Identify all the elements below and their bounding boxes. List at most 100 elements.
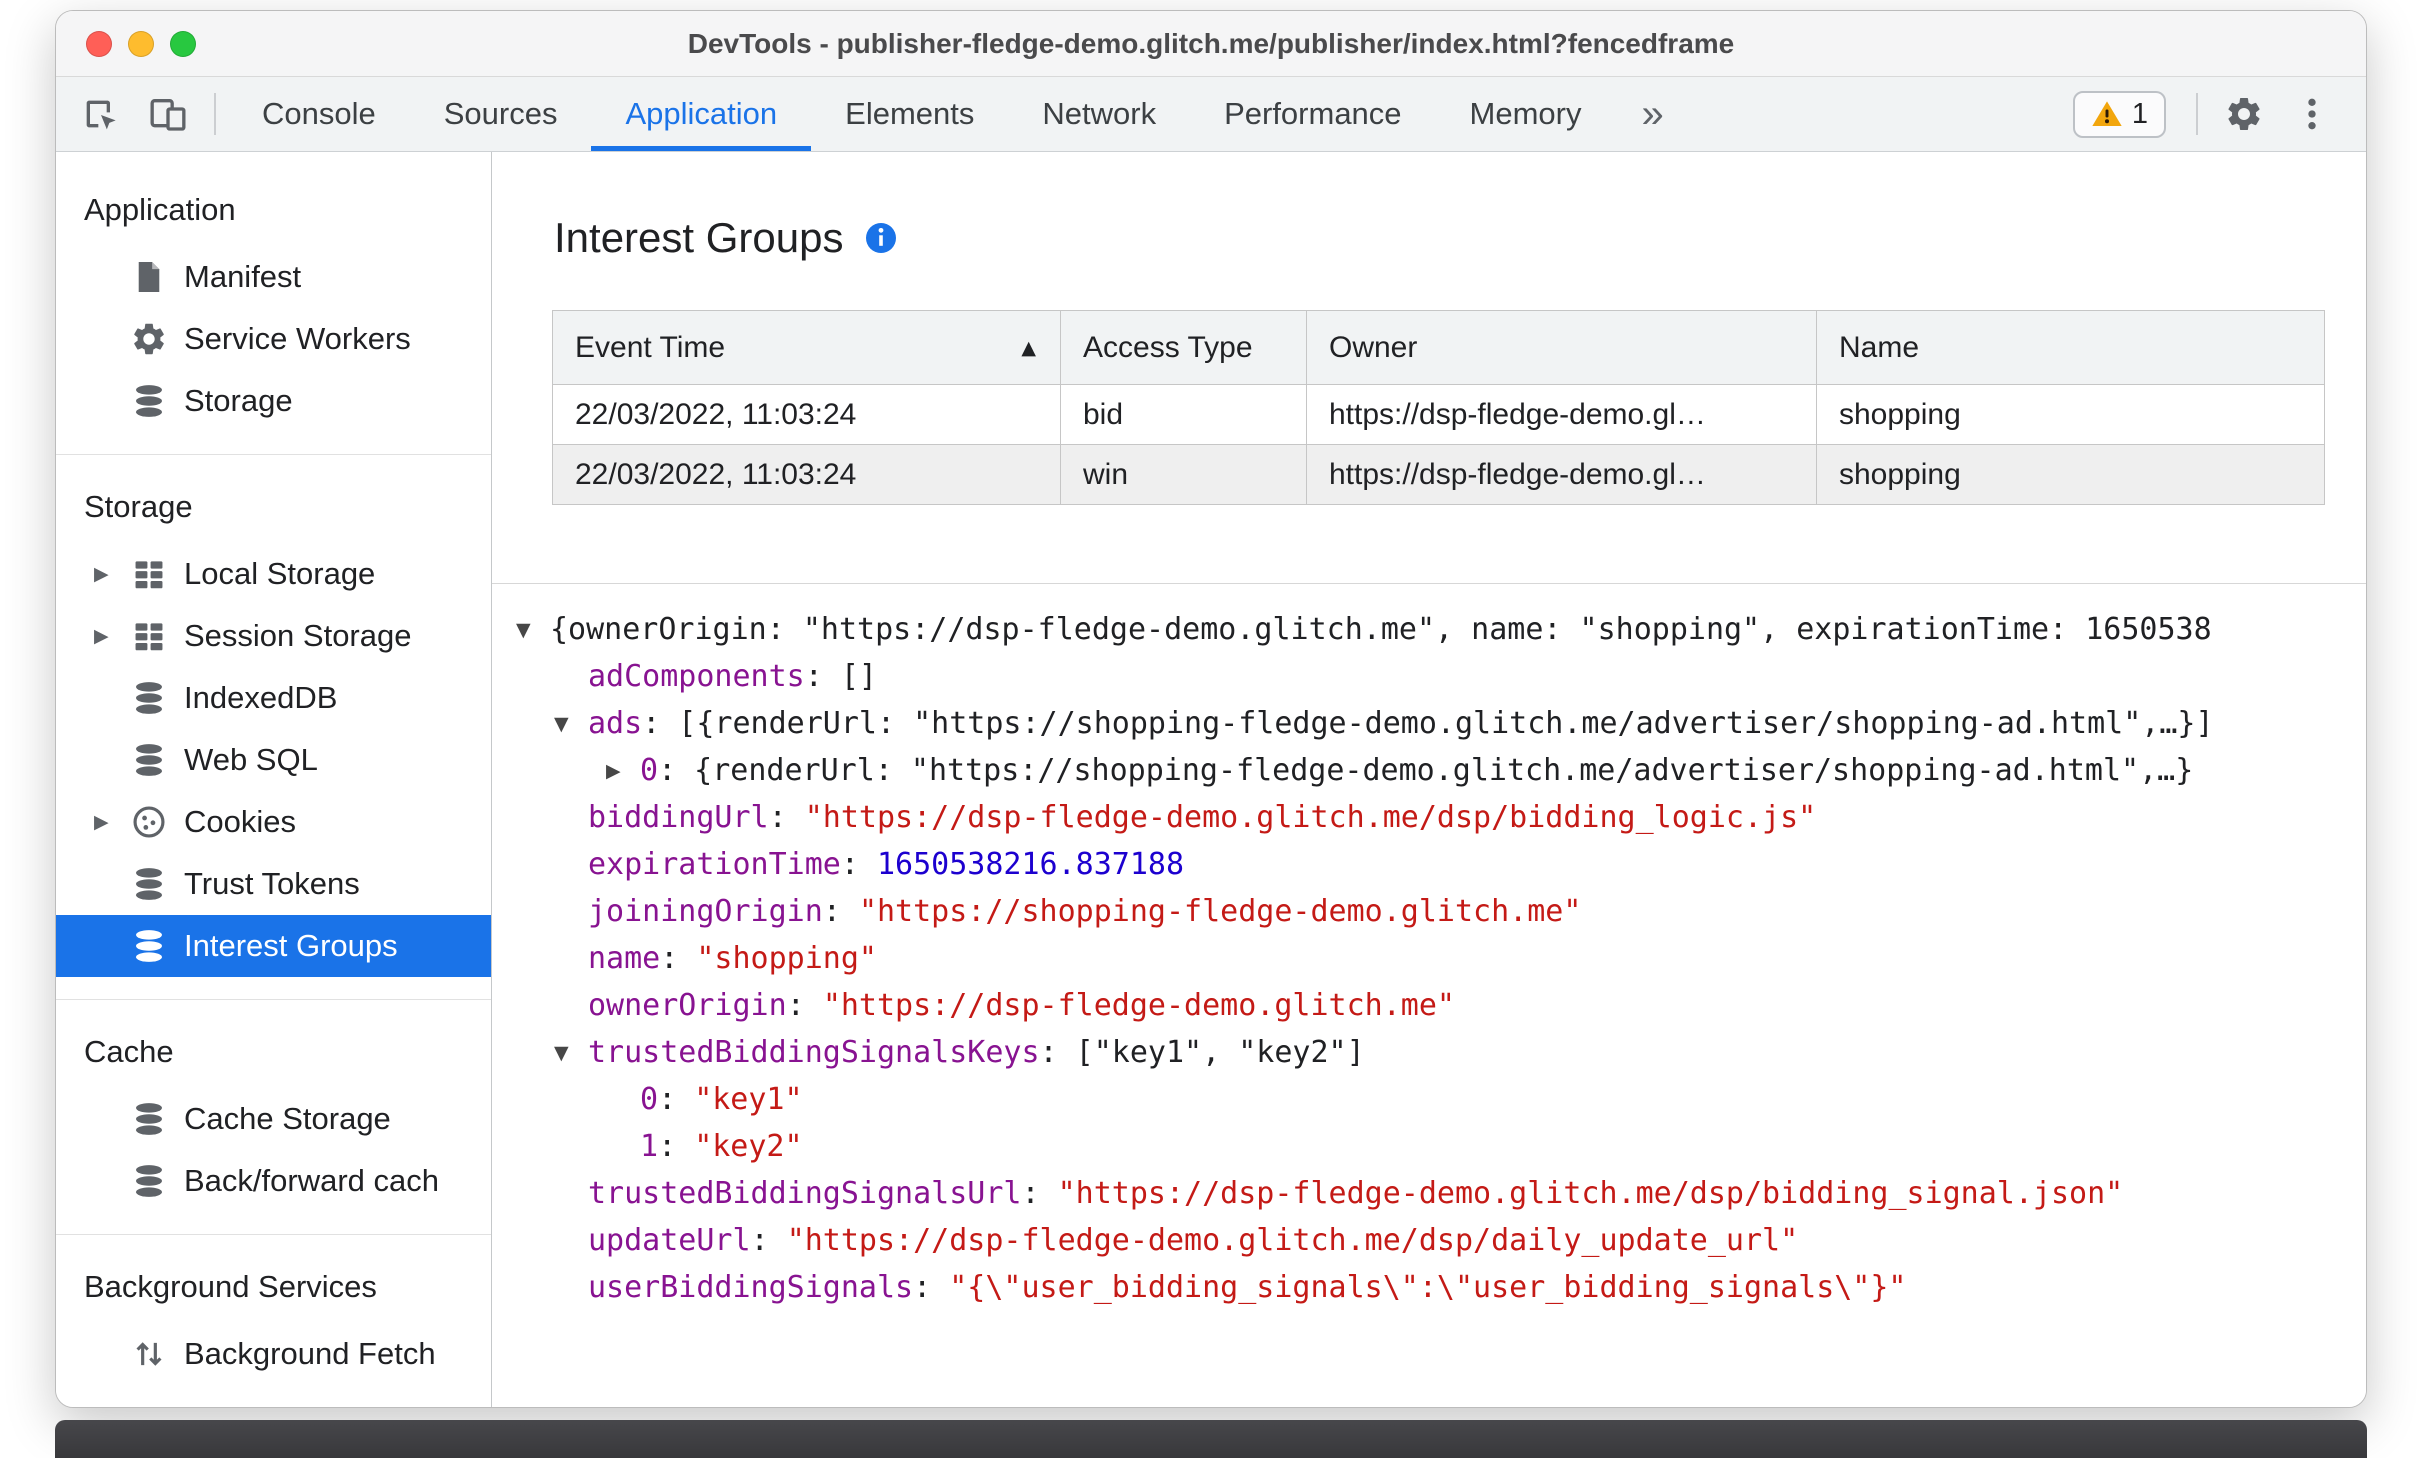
column-header-name[interactable]: Name [1816, 310, 2325, 385]
tree-text: "shopping" [696, 941, 877, 976]
sidebar-item-manifest[interactable]: Manifest [56, 246, 491, 308]
sidebar-item-storage[interactable]: Storage [56, 370, 491, 432]
tree-text: "https://shopping-fledge-demo.glitch.me" [858, 894, 1582, 929]
table-row[interactable]: 22/03/2022, 11:03:24 win https://dsp-fledg… [552, 444, 2325, 505]
tree-text: "https://dsp-fledge-demo.glitch.me/dsp/b… [1057, 1176, 2124, 1211]
tree-line: ▶ 0: {renderUrl: "https://shopping-fledge… [492, 747, 2366, 794]
sidebar-item-label: Storage [184, 383, 293, 418]
tree-line: 1: "key2" [492, 1123, 2366, 1170]
tab-sources[interactable]: Sources [410, 77, 592, 151]
background-window-strip [55, 1420, 2367, 1458]
device-toolbar-icon[interactable] [146, 92, 190, 136]
tab-network[interactable]: Network [1008, 77, 1190, 151]
column-header-event-time[interactable]: Event Time ▲ [552, 310, 1061, 385]
titlebar: DevTools - publisher-fledge-demo.glitch.… [56, 11, 2366, 77]
sidebar-item-label: Service Workers [184, 321, 411, 356]
table-cell: https://dsp-fledge-demo.gl… [1306, 384, 1817, 445]
sidebar-item-session-storage[interactable]: ▶ Session Storage [56, 605, 491, 667]
gear-icon [130, 320, 168, 358]
sidebar-item-service-workers[interactable]: Service Workers [56, 308, 491, 370]
sidebar-item-interest-groups[interactable]: Interest Groups [56, 915, 491, 977]
minimize-window-button[interactable] [128, 30, 154, 57]
tab-performance[interactable]: Performance [1190, 77, 1435, 151]
sidebar-item-label: Local Storage [184, 556, 376, 591]
sidebar-item-cache-storage[interactable]: Cache Storage [56, 1088, 491, 1150]
sidebar-item-web-sql[interactable]: Web SQL [56, 729, 491, 791]
tree-text: 0 [640, 753, 659, 788]
zoom-window-button[interactable] [170, 30, 196, 57]
page-title-row: Interest Groups [554, 214, 2366, 262]
tab-elements[interactable]: Elements [811, 77, 1008, 151]
more-tabs-button[interactable]: » [1616, 77, 1690, 151]
tree-text: expirationTime [588, 847, 841, 882]
toolbar-divider [214, 93, 216, 135]
table-icon [130, 617, 168, 655]
tab-memory[interactable]: Memory [1436, 77, 1616, 151]
sidebar-item-local-storage[interactable]: ▶ Local Storage [56, 543, 491, 605]
sidebar-item-label: Trust Tokens [184, 866, 360, 901]
database-icon [130, 865, 168, 903]
chevron-right-icon[interactable]: ▶ [94, 625, 130, 647]
tree-text: "{\"user_bidding_signals\":\"user_biddin… [949, 1270, 1907, 1305]
tab-console[interactable]: Console [228, 77, 410, 151]
column-header-owner[interactable]: Owner [1306, 310, 1817, 385]
sidebar-item-label: Web SQL [184, 742, 318, 777]
cookie-icon [130, 803, 168, 841]
table-icon [130, 555, 168, 593]
database-icon [130, 1100, 168, 1138]
chevron-right-icon[interactable]: ▶ [94, 811, 130, 833]
tree-line: 0: "key1" [492, 1076, 2366, 1123]
tree-text: : [840, 847, 877, 882]
inspect-icon[interactable] [78, 92, 122, 136]
sidebar-item-label: IndexedDB [184, 680, 338, 715]
desktop-background: DevTools - publisher-fledge-demo.glitch.… [0, 0, 2422, 1458]
tree-text: : [660, 941, 697, 976]
database-icon [130, 679, 168, 717]
column-header-label: Owner [1329, 330, 1418, 364]
warning-icon [2092, 101, 2122, 126]
tree-line: ▼ {ownerOrigin: "https://dsp-fledge-demo.… [492, 606, 2366, 653]
table-row[interactable]: 22/03/2022, 11:03:24 bid https://dsp-fledg… [552, 384, 2325, 445]
database-icon [130, 1162, 168, 1200]
sidebar-item-cookies[interactable]: ▶ Cookies [56, 791, 491, 853]
sidebar-item-label: Cache Storage [184, 1101, 391, 1136]
document-icon [130, 258, 168, 296]
sidebar-item-background-fetch[interactable]: Background Fetch [56, 1323, 491, 1385]
sidebar-item-label: Session Storage [184, 618, 412, 653]
sidebar-item-trust-tokens[interactable]: Trust Tokens [56, 853, 491, 915]
column-header-label: Event Time [575, 330, 726, 364]
info-icon[interactable] [863, 220, 899, 256]
database-icon [130, 927, 168, 965]
tab-application[interactable]: Application [591, 77, 811, 151]
sidebar-item-indexeddb[interactable]: IndexedDB [56, 667, 491, 729]
menu-dots-icon[interactable] [2290, 92, 2334, 136]
application-sidebar: Application Manifest Service Workers Storag… [56, 152, 492, 1407]
sidebar-item-label: Cookies [184, 804, 296, 839]
tree-line: ▼ ads: [{renderUrl: "https://shopping-fle… [492, 700, 2366, 747]
table-cell: 22/03/2022, 11:03:24 [552, 384, 1061, 445]
tree-line: userBiddingSignals: "{\"user_bidding_sig… [492, 1264, 2366, 1311]
tree-text: : [658, 1129, 695, 1164]
table-cell: 22/03/2022, 11:03:24 [552, 444, 1061, 505]
tree-line: updateUrl: "https://dsp-fledge-demo.glit… [492, 1217, 2366, 1264]
tree-text: trustedBiddingSignalsUrl [588, 1176, 1022, 1211]
triangle-expanded-icon[interactable]: ▼ [554, 1030, 588, 1077]
tree-text: : [] [804, 659, 877, 694]
settings-gear-icon[interactable] [2222, 92, 2266, 136]
window-title: DevTools - publisher-fledge-demo.glitch.… [687, 27, 1735, 59]
table-cell: https://dsp-fledge-demo.gl… [1306, 444, 1817, 505]
issues-badge[interactable]: 1 [2072, 90, 2166, 138]
triangle-collapsed-icon[interactable]: ▶ [606, 748, 640, 795]
sidebar-section-header-background-services: Background Services [84, 1269, 377, 1304]
triangle-expanded-icon[interactable]: ▼ [554, 701, 588, 748]
chevron-right-icon[interactable]: ▶ [94, 563, 130, 585]
tree-text: : [768, 800, 805, 835]
triangle-expanded-icon[interactable]: ▼ [516, 607, 550, 654]
tree-line: adComponents: [] [492, 653, 2366, 700]
close-window-button[interactable] [86, 30, 112, 57]
sidebar-item-back-forward-cach[interactable]: Back/forward cach [56, 1150, 491, 1212]
column-header-label: Access Type [1083, 330, 1253, 364]
column-header-access-type[interactable]: Access Type [1060, 310, 1307, 385]
tree-line: ▼ trustedBiddingSignalsKeys: ["key1", "ke… [492, 1029, 2366, 1076]
tree-text: : [1021, 1176, 1058, 1211]
